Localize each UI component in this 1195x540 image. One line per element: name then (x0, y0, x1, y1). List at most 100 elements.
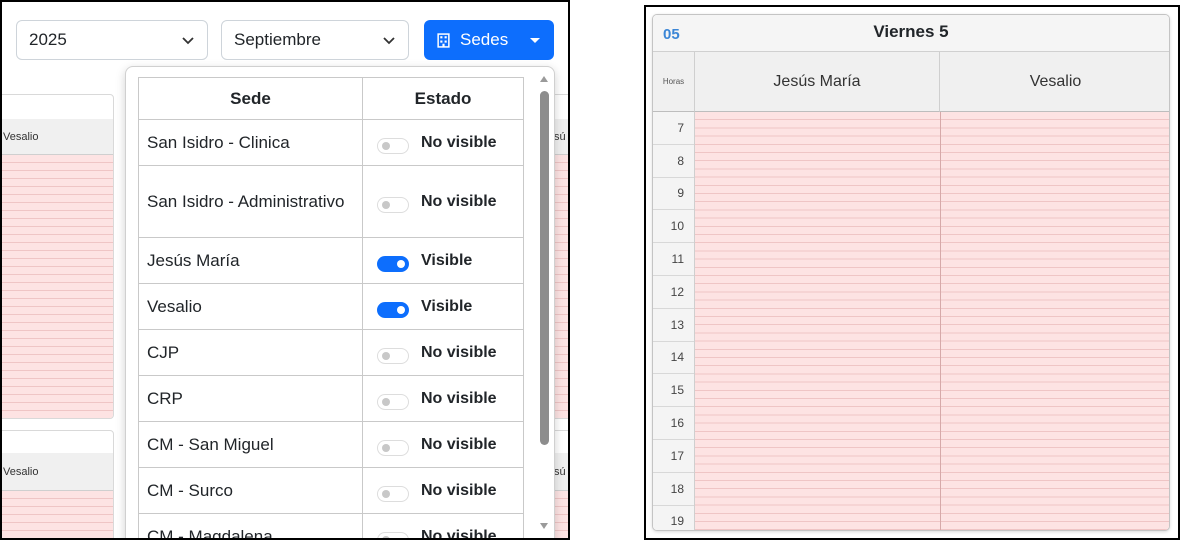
sede-state-cell: No visible (362, 513, 524, 540)
time-slot-grid[interactable] (695, 112, 1169, 530)
toggle-knob (382, 489, 390, 498)
sede-state-cell: No visible (362, 421, 524, 468)
toggle-knob (397, 259, 405, 268)
state-wrap: No visible (377, 191, 515, 213)
hours-column-header: Horas (653, 52, 695, 112)
sede-name: CJP (138, 329, 363, 376)
state-label: No visible (421, 133, 497, 151)
dropdown-scrollbar[interactable] (536, 71, 552, 531)
visibility-toggle[interactable] (377, 255, 409, 272)
toggle-knob (382, 397, 390, 406)
sede-name: CM - Surco (138, 467, 363, 514)
sede-row: CM - Surco No visible (138, 467, 524, 514)
hour-label: 15 (653, 374, 694, 408)
scroll-down-arrow-icon[interactable] (540, 523, 548, 529)
chevron-down-icon (182, 37, 194, 45)
sede-state-cell: No visible (362, 165, 524, 238)
time-slot-grid (2, 155, 113, 418)
visibility-toggle[interactable] (377, 347, 409, 364)
state-wrap: No visible (377, 526, 515, 540)
time-slot-grid (2, 491, 113, 538)
sede-state-cell: No visible (362, 375, 524, 422)
day-header: 05 Viernes 5 (653, 15, 1169, 52)
toggle-knob (382, 535, 390, 538)
sede-name: CRP (138, 375, 363, 422)
background-day-card: Vesalio (2, 430, 114, 538)
hour-label: 9 (653, 178, 694, 211)
column-header: Vesalio (2, 453, 113, 491)
visibility-toggle[interactable] (377, 531, 409, 538)
state-label: Visible (421, 297, 473, 315)
visibility-toggle[interactable] (377, 137, 409, 154)
visibility-toggle[interactable] (377, 393, 409, 410)
sede-state-cell: No visible (362, 119, 524, 166)
month-select[interactable]: Septiembre (221, 20, 409, 60)
day-view-panel: 05 Viernes 5 Horas Jesús María Vesalio 7… (644, 5, 1180, 540)
scrollbar-thumb[interactable] (540, 91, 549, 445)
sedes-panel: 2025 Septiembre Sedes Vesalio Vesalio sú… (0, 0, 570, 540)
hour-label: 13 (653, 309, 694, 342)
sede-row: San Isidro - Administrativo No visible (138, 165, 524, 238)
hour-label: 8 (653, 145, 694, 178)
hours-column: 7 8 9 10 11 12 13 14 15 16 17 18 19 (653, 112, 695, 530)
state-wrap: No visible (377, 480, 515, 502)
state-wrap: No visible (377, 388, 515, 410)
hour-label: 10 (653, 210, 694, 244)
sede-state-cell: Visible (362, 237, 524, 284)
hour-label: 19 (653, 506, 694, 530)
year-value: 2025 (29, 30, 67, 49)
sede-row: CM - San Miguel No visible (138, 421, 524, 468)
sede-row: Jesús María Visible (138, 237, 524, 284)
hour-label: 11 (653, 243, 694, 276)
state-label: Visible (421, 251, 473, 269)
estado-header: Estado (362, 77, 524, 120)
sede-row: CM - Magdalena No visible (138, 513, 524, 540)
month-value: Septiembre (234, 30, 321, 49)
hour-label: 18 (653, 473, 694, 506)
column-header-jesus-maria: Jesús María (695, 52, 940, 112)
sede-state-cell: No visible (362, 329, 524, 376)
visibility-toggle[interactable] (377, 196, 409, 213)
toggle-knob (382, 351, 390, 360)
hour-label: 7 (653, 112, 694, 145)
state-label: No visible (421, 389, 497, 407)
hour-label: 16 (653, 407, 694, 440)
sede-row: CJP No visible (138, 329, 524, 376)
state-label: No visible (421, 435, 497, 453)
visibility-toggle[interactable] (377, 301, 409, 318)
column-header: Vesalio (2, 119, 113, 155)
sedes-button[interactable]: Sedes (424, 20, 554, 60)
day-card: 05 Viernes 5 Horas Jesús María Vesalio 7… (652, 14, 1170, 531)
visibility-toggle[interactable] (377, 485, 409, 502)
state-label: No visible (421, 343, 497, 361)
state-label: No visible (421, 527, 497, 540)
hour-label: 17 (653, 440, 694, 473)
caret-down-icon (530, 38, 540, 43)
sede-row: CRP No visible (138, 375, 524, 422)
scroll-up-arrow-icon[interactable] (540, 76, 548, 82)
year-select[interactable]: 2025 (16, 20, 208, 60)
sede-name: Jesús María (138, 237, 363, 284)
sede-state-cell: No visible (362, 467, 524, 514)
state-wrap: No visible (377, 434, 515, 456)
background-day-card: Vesalio (2, 94, 114, 419)
table-header-row: Sede Estado (138, 77, 524, 120)
hour-label: 14 (653, 342, 694, 375)
sede-name: CM - Magdalena (138, 513, 363, 538)
day-title: Viernes 5 (873, 22, 949, 41)
state-label: No visible (421, 481, 497, 499)
building-icon (437, 32, 450, 48)
sedes-dropdown: Sede Estado San Isidro - Clinica No visib… (125, 66, 555, 540)
sede-name: CM - San Miguel (138, 421, 363, 468)
state-wrap: No visible (377, 132, 515, 154)
state-wrap: No visible (377, 342, 515, 364)
hour-label: 12 (653, 276, 694, 309)
sede-row: Vesalio Visible (138, 283, 524, 330)
sede-state-cell: Visible (362, 283, 524, 330)
toggle-knob (382, 443, 390, 452)
toggle-knob (382, 200, 390, 209)
sedes-table: Sede Estado San Isidro - Clinica No visib… (138, 77, 524, 540)
sedes-table-body: San Isidro - Clinica No visible San Isidro… (138, 119, 524, 540)
sede-name: San Isidro - Clinica (138, 119, 363, 166)
visibility-toggle[interactable] (377, 439, 409, 456)
